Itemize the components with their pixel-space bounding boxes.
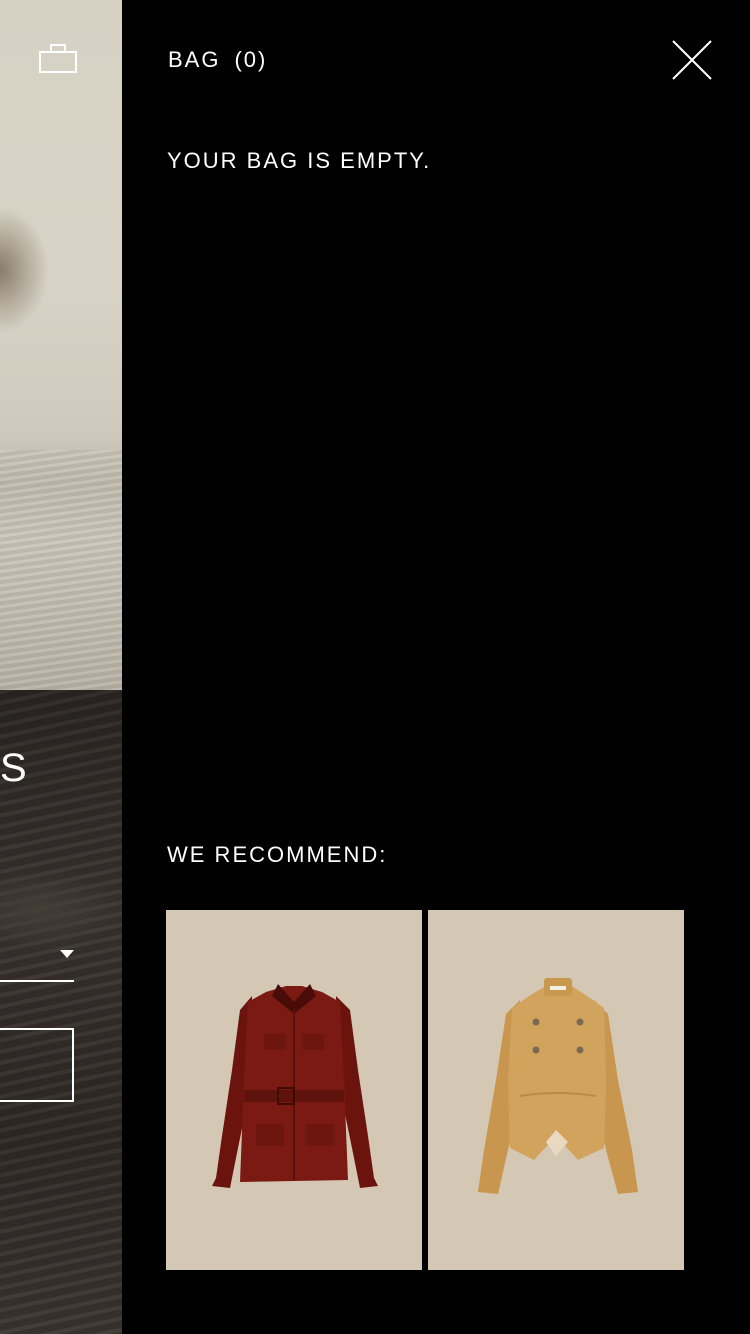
recommendation-list xyxy=(166,910,684,1270)
recommended-product-card[interactable] xyxy=(166,910,422,1270)
bag-title: BAG (0) xyxy=(168,47,267,73)
bag-icon[interactable] xyxy=(38,42,78,76)
bag-title-label: BAG xyxy=(168,47,221,72)
camel-double-breasted-jacket-image xyxy=(478,978,638,1194)
close-icon[interactable] xyxy=(670,38,714,82)
hero-image xyxy=(0,0,122,690)
background-heading-fragment: S xyxy=(0,746,27,790)
empty-bag-message: YOUR BAG IS EMPTY. xyxy=(167,148,432,173)
chevron-down-icon[interactable] xyxy=(60,950,74,958)
bag-drawer: BAG (0) YOUR BAG IS EMPTY. WE RECOMMEND: xyxy=(122,0,750,1334)
background-page: S xyxy=(0,0,122,1334)
background-select-underline[interactable] xyxy=(0,980,74,982)
bag-count: (0) xyxy=(234,47,268,72)
recommend-heading: WE RECOMMEND: xyxy=(167,842,388,867)
recommended-product-card[interactable] xyxy=(428,910,684,1270)
burgundy-belted-jacket-image xyxy=(212,984,378,1188)
background-button[interactable] xyxy=(0,1028,74,1102)
